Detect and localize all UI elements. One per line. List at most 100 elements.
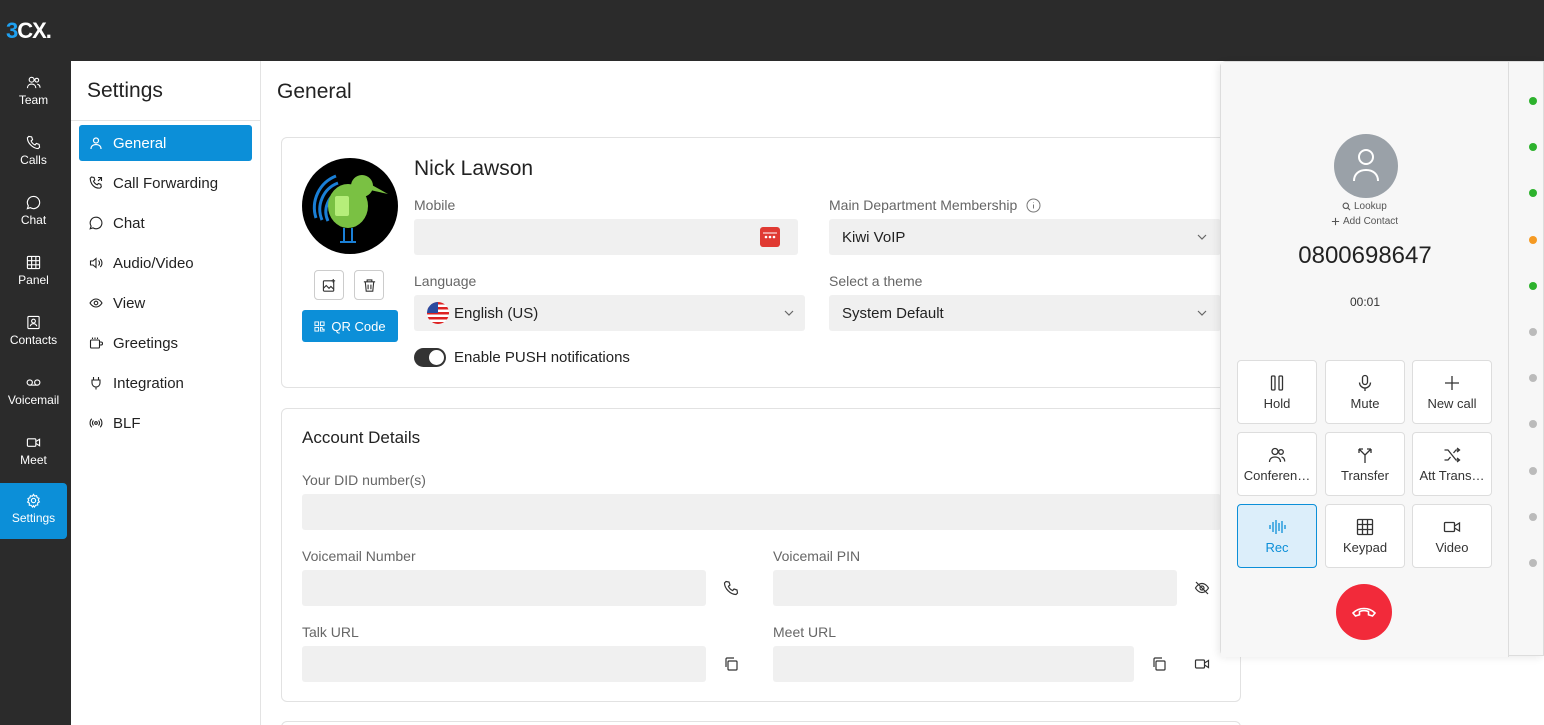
qr-code-button[interactable]: QR Code bbox=[302, 310, 398, 342]
copy-icon[interactable] bbox=[1151, 656, 1167, 672]
voicemail-pin-label: Voicemail PIN bbox=[773, 548, 861, 564]
profile-name: Nick Lawson bbox=[414, 157, 534, 180]
voicemail-icon bbox=[26, 379, 41, 386]
phone-icon[interactable] bbox=[723, 580, 739, 596]
delete-photo-button[interactable] bbox=[354, 270, 384, 300]
hold-button[interactable]: Hold bbox=[1237, 360, 1317, 424]
nav-item-team[interactable]: Team bbox=[0, 65, 67, 121]
chevron-down-icon bbox=[1197, 234, 1207, 240]
microphone-icon bbox=[1358, 374, 1372, 391]
transfer-button[interactable]: Transfer bbox=[1325, 432, 1405, 496]
presence-status-dot bbox=[1529, 189, 1537, 198]
attended-transfer-button[interactable]: Att Trans… bbox=[1412, 432, 1492, 496]
presence-status-dot bbox=[1529, 559, 1537, 567]
divider bbox=[1508, 62, 1509, 657]
caller-number: 0800698647 bbox=[1298, 242, 1432, 269]
info-icon[interactable] bbox=[1026, 198, 1041, 213]
password-manager-icon[interactable] bbox=[760, 227, 780, 247]
settings-item-integration[interactable]: Integration bbox=[79, 365, 252, 401]
voicemail-number-field[interactable] bbox=[302, 570, 706, 606]
plus-icon bbox=[1331, 217, 1340, 226]
settings-item-audio-video[interactable]: Audio/Video bbox=[79, 245, 252, 281]
chat-icon bbox=[26, 195, 41, 210]
nav-item-calls[interactable]: Calls bbox=[0, 125, 67, 181]
nav-item-contacts[interactable]: Contacts bbox=[0, 305, 67, 361]
settings-title: Settings bbox=[87, 79, 163, 102]
video-icon[interactable] bbox=[1194, 656, 1210, 672]
record-button[interactable]: Rec bbox=[1237, 504, 1317, 568]
gear-icon bbox=[26, 493, 41, 508]
mobile-label: Mobile bbox=[414, 197, 456, 213]
speaker-icon bbox=[89, 257, 103, 269]
nav-item-settings[interactable]: Settings bbox=[0, 483, 67, 539]
mute-button[interactable]: Mute bbox=[1325, 360, 1405, 424]
page-title: General bbox=[277, 80, 352, 103]
plug-icon bbox=[91, 377, 101, 390]
presence-status-dot bbox=[1529, 281, 1537, 290]
department-select[interactable]: Kiwi VoIP bbox=[829, 219, 1221, 255]
search-icon bbox=[1342, 202, 1351, 211]
change-photo-button[interactable] bbox=[314, 270, 344, 300]
theme-select[interactable]: System Default bbox=[829, 295, 1221, 331]
nav-item-chat[interactable]: Chat bbox=[0, 185, 67, 241]
voicemail-pin-field[interactable] bbox=[773, 570, 1177, 606]
caller-avatar bbox=[1334, 134, 1398, 198]
chevron-down-icon bbox=[784, 310, 794, 316]
add-contact-link[interactable]: Add Contact bbox=[1331, 216, 1398, 227]
keypad-button[interactable]: Keypad bbox=[1325, 504, 1405, 568]
presence-status-dot bbox=[1529, 328, 1537, 336]
nav-item-voicemail[interactable]: Voicemail bbox=[0, 365, 67, 421]
language-select[interactable]: English (US) bbox=[414, 295, 805, 331]
chat-icon bbox=[89, 216, 103, 230]
presence-status-dot bbox=[1529, 512, 1537, 521]
did-field[interactable] bbox=[302, 494, 1221, 530]
meet-url-label: Meet URL bbox=[773, 624, 837, 640]
video-icon bbox=[26, 438, 41, 447]
new-call-button[interactable]: New call bbox=[1412, 360, 1492, 424]
contacts-icon bbox=[27, 315, 40, 330]
settings-item-view[interactable]: View bbox=[79, 285, 252, 321]
hang-up-button[interactable] bbox=[1336, 584, 1392, 640]
greeting-icon bbox=[89, 337, 103, 349]
presence-status-dot bbox=[1529, 374, 1537, 383]
eye-icon bbox=[89, 298, 103, 308]
nav-item-panel[interactable]: Panel bbox=[0, 245, 67, 301]
profile-avatar[interactable] bbox=[302, 158, 398, 254]
transfer-icon bbox=[1358, 448, 1372, 463]
main-nav: Team Calls Chat Panel Contacts Voicemail… bbox=[0, 61, 71, 725]
conference-button[interactable]: Conferen… bbox=[1237, 432, 1317, 496]
settings-menu: Settings General Call Forwarding Chat Au… bbox=[71, 61, 261, 725]
keypad-icon bbox=[1356, 518, 1374, 536]
settings-item-call-forwarding[interactable]: Call Forwarding bbox=[79, 165, 252, 201]
voicemail-number-label: Voicemail Number bbox=[302, 548, 416, 564]
call-controls: Lookup Add Contact 0800698647 00:01 Hold… bbox=[1221, 62, 1509, 657]
settings-item-general[interactable]: General bbox=[79, 125, 252, 161]
account-details-card: Account Details Your DID number(s) Voice… bbox=[281, 408, 1241, 702]
video-call-button[interactable]: Video bbox=[1412, 504, 1492, 568]
lookup-link[interactable]: Lookup bbox=[1342, 201, 1387, 212]
settings-item-blf[interactable]: BLF bbox=[79, 405, 252, 441]
department-label: Main Department Membership bbox=[829, 197, 1018, 213]
talk-url-label: Talk URL bbox=[302, 624, 359, 640]
dots-icon bbox=[763, 232, 777, 239]
copy-icon[interactable] bbox=[723, 656, 739, 672]
settings-item-chat[interactable]: Chat bbox=[79, 205, 252, 241]
broadcast-icon bbox=[89, 418, 103, 428]
talk-url-field[interactable] bbox=[302, 646, 706, 682]
video-icon bbox=[1443, 521, 1461, 533]
language-label: Language bbox=[414, 273, 477, 289]
profile-card: QR Code Nick Lawson Mobile Main Departme… bbox=[281, 137, 1241, 388]
user-icon bbox=[1353, 149, 1379, 182]
eye-off-icon[interactable] bbox=[1194, 580, 1210, 596]
mobile-field[interactable] bbox=[414, 219, 798, 255]
presence-status-dot bbox=[1529, 420, 1537, 429]
meet-url-field[interactable] bbox=[773, 646, 1134, 682]
push-notifications-toggle[interactable] bbox=[414, 348, 446, 367]
phone-icon bbox=[26, 135, 41, 150]
app-logo[interactable]: 3CX. bbox=[6, 18, 52, 44]
us-flag-icon bbox=[427, 302, 449, 324]
grid-icon bbox=[26, 255, 41, 270]
settings-item-greetings[interactable]: Greetings bbox=[79, 325, 252, 361]
user-icon bbox=[90, 137, 102, 150]
nav-item-meet[interactable]: Meet bbox=[0, 425, 67, 481]
